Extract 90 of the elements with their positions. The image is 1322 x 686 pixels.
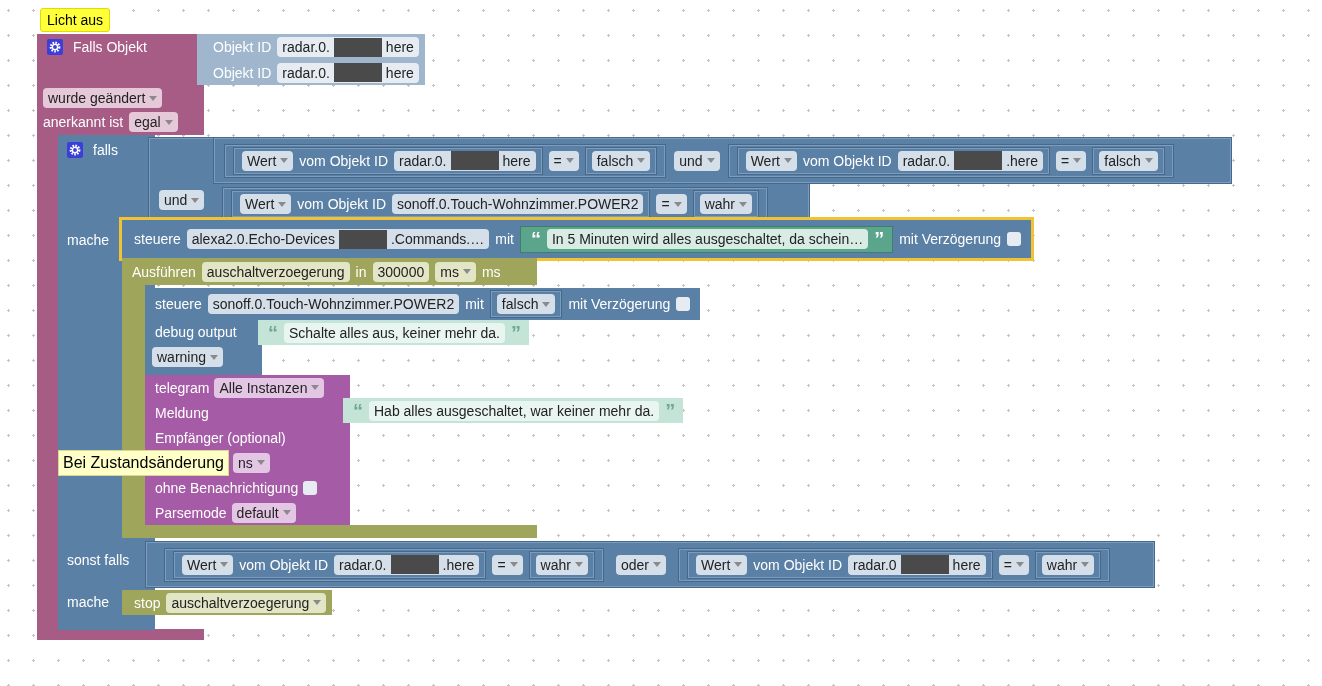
object-id-field[interactable]: alexa2.0.Echo-Devices .Commands.… [186,229,490,249]
quote-mark: ” [665,400,676,421]
block-label: mit Verzögerung [568,295,671,313]
value-dropdown[interactable]: wahr [1041,554,1095,575]
object-id-field[interactable]: radar.0. .here [334,554,480,575]
block-label: stop [134,593,161,612]
redaction-bar [333,63,382,82]
logic-dropdown[interactable]: oder [615,554,666,575]
block-label: Meldung [155,403,209,422]
redaction-bar [900,555,949,574]
checkbox[interactable] [676,297,691,311]
object-id-field[interactable]: sonoff.0.Touch-Wohnzimmer.POWER2 [207,294,460,314]
block-label: Falls Objekt [73,38,147,56]
ack-dropdown[interactable]: egal [129,112,178,132]
object-id-field[interactable]: radar.0 here [848,554,986,575]
redaction-bar [450,151,499,170]
block-label: in [355,262,367,281]
value-dropdown[interactable]: falsch [1099,150,1158,171]
redaction-bar [333,37,382,57]
comment-label: Licht aus [40,8,111,32]
quote-mark: “ [268,322,278,343]
block-label: Objekt ID [213,63,272,82]
value-dropdown[interactable]: wahr [535,554,588,575]
block-label: vom Objekt ID [802,151,892,170]
value-dropdown[interactable]: falsch [591,150,651,171]
block-label: Ausführen [132,262,196,281]
block-label: vom Objekt ID [299,151,388,170]
tooltip: Bei Zustandsänderung [58,450,229,476]
block-label: vom Objekt ID [753,555,842,574]
block-label: mit Verzögerung [899,230,1002,248]
logic-dropdown[interactable]: und [159,190,205,210]
mode-dropdown[interactable]: Wert [242,150,294,171]
checkbox[interactable] [303,480,318,495]
block-label: mit [495,230,514,248]
block-label: mit [465,295,484,313]
quote-mark: “ [530,229,541,249]
object-id-field[interactable]: radar.0. here [394,150,536,171]
block-label: ohne Benachrichtigung [155,478,299,497]
option-dropdown[interactable]: ns [233,452,270,473]
operator-dropdown[interactable]: = [548,150,579,171]
block-label: Parsemode [155,503,227,522]
operator-dropdown[interactable]: = [998,554,1029,575]
value-dropdown[interactable]: wahr [699,194,753,214]
object-id-field[interactable]: radar.0. here [277,37,419,57]
event-dropdown[interactable]: wurde geändert [43,88,163,108]
quote-mark: ” [510,322,521,343]
block-label: vom Objekt ID [239,555,328,574]
object-id-field[interactable]: radar.0. .here [897,150,1044,171]
instance-dropdown[interactable]: Alle Instanzen [214,377,325,398]
mode-dropdown[interactable]: Wert [182,554,234,575]
redaction-bar [954,151,1003,170]
block-label: ms [481,262,501,281]
gear-icon[interactable] [67,142,83,158]
duration-field[interactable]: 300000 [372,261,430,282]
logic-dropdown[interactable]: und [674,150,720,171]
redaction-bar [338,229,387,249]
parse-mode-dropdown[interactable]: default [231,502,296,523]
operator-dropdown[interactable]: = [656,194,687,214]
block-label: falls [93,141,118,159]
value-dropdown[interactable]: falsch [496,294,556,314]
severity-dropdown[interactable]: warning [152,347,224,367]
block-label: mache [67,593,110,611]
text-field[interactable]: Schalte alles aus, keiner mehr da. [284,322,505,343]
mode-dropdown[interactable]: Wert [745,150,797,171]
block-label: steuere [155,295,202,313]
text-field[interactable]: Hab alles ausgeschaltet, war keiner mehr da. [369,400,660,421]
operator-dropdown[interactable]: = [1056,150,1087,171]
block-label: steuere [134,230,181,248]
quote-mark: ” [874,229,885,249]
operator-dropdown[interactable]: = [492,554,523,575]
checkbox[interactable] [1007,232,1022,246]
object-id-field[interactable]: radar.0. here [277,62,419,83]
gear-icon[interactable] [47,39,63,55]
block-label: telegram [155,378,210,397]
block-label: mache [67,231,110,249]
object-id-field[interactable]: sonoff.0.Touch-Wohnzimmer.POWER2 [392,194,644,214]
block-label: Objekt ID [213,38,272,56]
block-label: anerkannt ist [43,113,124,131]
redaction-bar [390,555,439,574]
unit-dropdown[interactable]: ms [435,261,476,282]
block-label: Empfänger (optional) [155,428,286,447]
text-field[interactable]: In 5 Minuten wird alles ausgeschaltet, da schein… [546,229,869,249]
block-label: sonst falls [67,551,130,569]
mode-dropdown[interactable]: Wert [240,194,292,214]
block-label: debug output [155,323,237,341]
block-label: vom Objekt ID [297,195,386,213]
name-field[interactable]: auschaltverzoegerung [201,261,350,282]
mode-dropdown[interactable]: Wert [696,554,748,575]
timer-dropdown[interactable]: auschaltverzoegerung [166,592,327,613]
quote-mark: “ [353,400,363,421]
